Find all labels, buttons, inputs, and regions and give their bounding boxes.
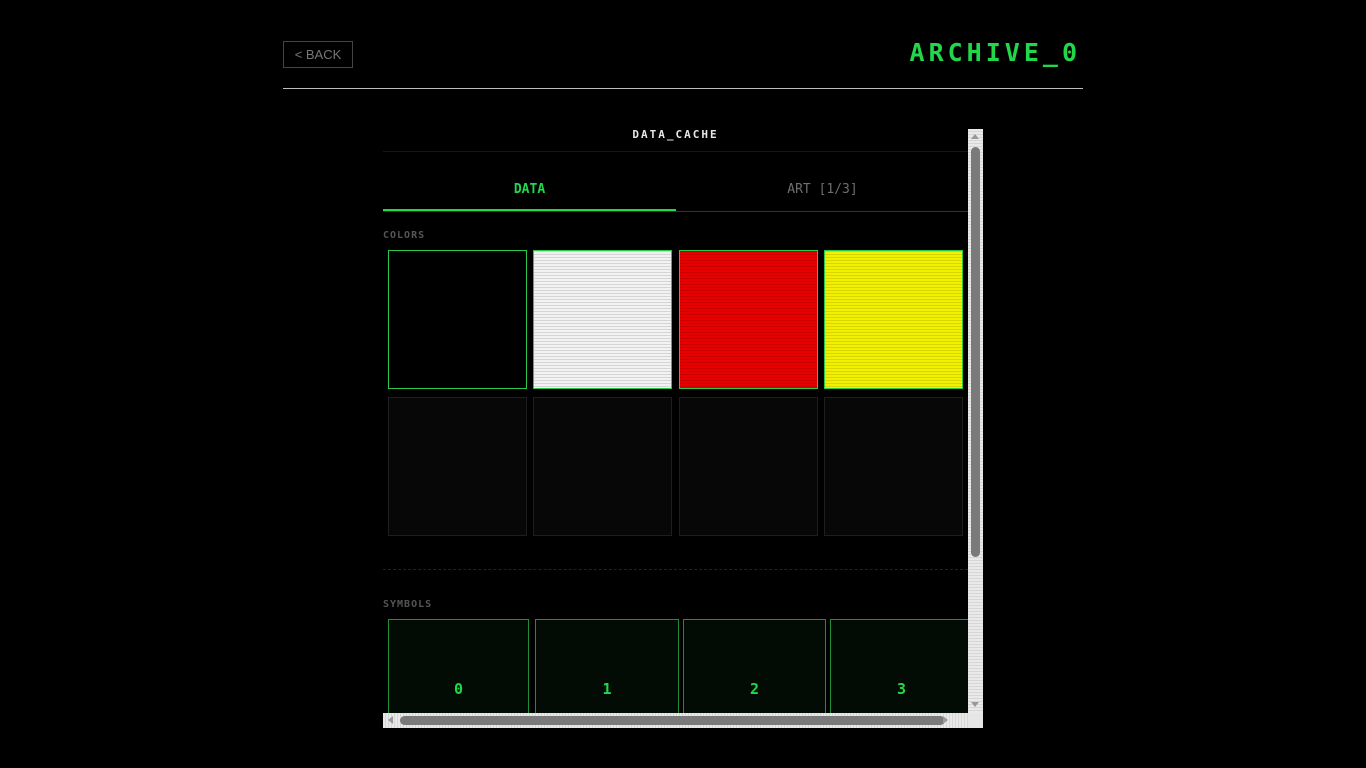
panel-title: DATA_CACHE — [383, 129, 968, 152]
vertical-scroll-thumb[interactable] — [971, 147, 980, 557]
empty-color-slot[interactable] — [679, 397, 818, 536]
panel-title-text: DATA_CACHE — [632, 129, 719, 141]
vertical-scrollbar[interactable] — [968, 129, 983, 713]
symbol-value: 3 — [896, 680, 907, 698]
horizontal-scroll-thumb[interactable] — [400, 716, 945, 725]
site-title: ARCHIVE_0 — [909, 38, 1081, 67]
symbol-value: 0 — [453, 680, 464, 698]
symbol-tile[interactable]: 1 — [535, 619, 679, 713]
tab-bar: DATA ART [1/3] — [383, 177, 968, 212]
symbol-tile[interactable]: 3 — [830, 619, 968, 713]
symbols-section-label: SYMBOLS — [383, 599, 433, 610]
scroll-right-arrow-icon[interactable] — [943, 716, 948, 724]
tab-data[interactable]: DATA — [383, 177, 676, 211]
symbol-value: 2 — [749, 680, 760, 698]
empty-color-slot[interactable] — [388, 397, 527, 536]
empty-color-slot[interactable] — [824, 397, 963, 536]
header: < BACK ARCHIVE_0 — [283, 30, 1083, 89]
colors-section-label: COLORS — [383, 230, 426, 241]
panel-viewport: DATA_CACHE DATA ART [1/3] COLORS SYMBOLS… — [383, 129, 968, 713]
symbol-tile[interactable]: 2 — [683, 619, 826, 713]
horizontal-scrollbar[interactable] — [383, 713, 968, 728]
symbol-tile[interactable]: 0 — [388, 619, 529, 713]
symbol-value: 1 — [602, 680, 612, 698]
section-divider — [383, 569, 968, 570]
scrollbar-corner — [968, 713, 983, 728]
color-swatch[interactable] — [388, 250, 527, 389]
page: < BACK ARCHIVE_0 DATA_CACHE DATA ART [1/… — [0, 0, 1366, 768]
scroll-up-arrow-icon[interactable] — [971, 134, 979, 139]
scroll-left-arrow-icon[interactable] — [388, 716, 393, 724]
data-cache-panel: DATA_CACHE DATA ART [1/3] COLORS SYMBOLS… — [383, 129, 983, 728]
color-swatch[interactable] — [824, 250, 963, 389]
color-swatch[interactable] — [533, 250, 672, 389]
scroll-down-arrow-icon[interactable] — [971, 702, 979, 707]
tab-art[interactable]: ART [1/3] — [676, 177, 968, 211]
empty-color-slot[interactable] — [533, 397, 672, 536]
back-button[interactable]: < BACK — [283, 41, 353, 68]
color-swatch[interactable] — [679, 250, 818, 389]
